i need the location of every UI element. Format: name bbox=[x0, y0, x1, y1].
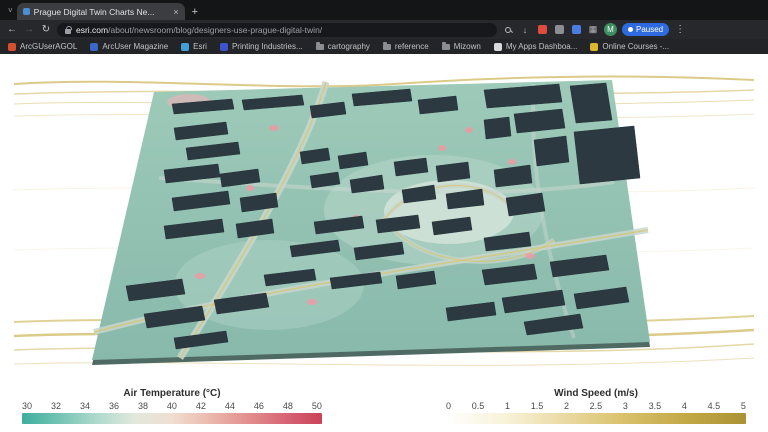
folder-icon bbox=[441, 42, 450, 50]
bookmark-item[interactable]: Printing Industries... bbox=[219, 42, 303, 51]
profile-avatar[interactable]: M bbox=[604, 23, 617, 36]
legend-tick: 1.5 bbox=[530, 401, 544, 411]
bookmark-label: cartography bbox=[327, 42, 370, 51]
page-content: Air Temperature (°C) 30 32 34 36 38 40 42 44 46 4… bbox=[0, 54, 768, 432]
paused-label: Paused bbox=[636, 25, 664, 34]
legend-air-temperature: Air Temperature (°C) 30 32 34 36 38 40 42 44 46 4… bbox=[22, 388, 322, 424]
legend-tick: 38 bbox=[137, 401, 148, 411]
adblock-icon[interactable] bbox=[536, 24, 548, 36]
legend-tick: 0 bbox=[446, 401, 452, 411]
bookmark-item[interactable]: Esri bbox=[181, 42, 207, 51]
legend-tick: 4.5 bbox=[707, 401, 721, 411]
tab-search-icon[interactable]: ˅ bbox=[8, 6, 13, 15]
folder-icon bbox=[382, 42, 391, 50]
folder-icon bbox=[315, 42, 324, 50]
url-path: /about/newsroom/blog/designers-use-pragu… bbox=[108, 24, 323, 35]
legend-tick: 34 bbox=[79, 401, 90, 411]
url-text: esri.com/about/newsroom/blog/designers-u… bbox=[76, 25, 322, 35]
browser-tab[interactable]: Prague Digital Twin Charts Ne... × bbox=[16, 3, 185, 20]
legend-ticks: 0 0.5 1 1.5 2 2.5 3 3.5 4 4.5 5 bbox=[446, 401, 746, 411]
reload-icon[interactable]: ↻ bbox=[40, 24, 52, 35]
pinned-extension-icon[interactable] bbox=[570, 24, 582, 36]
bookmark-item[interactable]: Online Courses -... bbox=[590, 42, 669, 51]
legend-tick: 48 bbox=[282, 401, 293, 411]
legend-tick: 30 bbox=[22, 401, 33, 411]
bookmarks-bar: ArcGUserAGOL ArcUser Magazine Esri Printing… bbox=[0, 39, 768, 54]
favicon bbox=[219, 42, 228, 51]
legend-tick: 3 bbox=[622, 401, 628, 411]
address-bar[interactable]: esri.com/about/newsroom/blog/designers-u… bbox=[57, 22, 497, 37]
bookmark-label: ArcGUserAGOL bbox=[20, 42, 78, 51]
legend-tick: 36 bbox=[108, 401, 119, 411]
legend-ticks: 30 32 34 36 38 40 42 44 46 48 50 bbox=[22, 401, 322, 411]
bookmark-label: Printing Industries... bbox=[231, 42, 303, 51]
legend-title: Wind Speed (m/s) bbox=[554, 388, 638, 399]
legend-row: Air Temperature (°C) 30 32 34 36 38 40 42 44 46 4… bbox=[0, 388, 768, 424]
bookmark-item[interactable]: Mizown bbox=[441, 42, 481, 51]
legend-tick: 3.5 bbox=[648, 401, 662, 411]
profile-icon bbox=[628, 27, 633, 32]
legend-tick: 2.5 bbox=[589, 401, 603, 411]
extensions-icon[interactable] bbox=[553, 24, 565, 36]
apps-icon[interactable]: ▦ bbox=[587, 24, 599, 36]
favicon bbox=[181, 42, 190, 51]
browser-window: ˅ Prague Digital Twin Charts Ne... × + ←… bbox=[0, 0, 768, 432]
menu-kebab-icon[interactable]: ⋮ bbox=[674, 24, 686, 36]
url-domain: esri.com bbox=[76, 24, 109, 35]
tab-favicon bbox=[22, 8, 30, 15]
bookmark-label: Online Courses -... bbox=[602, 42, 670, 51]
legend-tick: 2 bbox=[563, 401, 569, 411]
legend-tick: 5 bbox=[740, 401, 746, 411]
legend-tick: 1 bbox=[504, 401, 510, 411]
legend-tick: 42 bbox=[195, 401, 206, 411]
tab-close-icon[interactable]: × bbox=[173, 7, 178, 17]
bookmark-item[interactable]: ArcGUserAGOL bbox=[8, 42, 77, 51]
bookmark-item[interactable]: ArcUser Magazine bbox=[90, 42, 168, 51]
sync-paused-badge[interactable]: Paused bbox=[622, 23, 670, 36]
legend-tick: 50 bbox=[311, 401, 322, 411]
legend-tick: 0.5 bbox=[471, 401, 485, 411]
bookmark-label: Esri bbox=[193, 42, 207, 51]
legend-gradient-bar bbox=[446, 413, 746, 424]
legend-title: Air Temperature (°C) bbox=[123, 388, 221, 399]
back-icon[interactable]: ← bbox=[6, 24, 18, 35]
legend-tick: 4 bbox=[681, 401, 687, 411]
favicon bbox=[493, 42, 502, 51]
legend-tick: 44 bbox=[224, 401, 235, 411]
search-icon[interactable] bbox=[502, 24, 514, 36]
favicon bbox=[590, 42, 599, 51]
download-icon[interactable]: ↓ bbox=[519, 24, 531, 36]
tab-strip: ˅ Prague Digital Twin Charts Ne... × + bbox=[0, 0, 768, 20]
tab-title: Prague Digital Twin Charts Ne... bbox=[33, 6, 155, 17]
favicon bbox=[8, 42, 16, 51]
new-tab-button[interactable]: + bbox=[192, 6, 198, 18]
bookmark-item[interactable]: cartography bbox=[315, 42, 370, 51]
forward-icon[interactable]: → bbox=[23, 24, 35, 35]
lock-icon[interactable] bbox=[65, 25, 72, 34]
legend-gradient-bar bbox=[22, 413, 322, 424]
bookmark-label: reference bbox=[394, 42, 429, 51]
prague-digital-twin-render bbox=[14, 75, 754, 366]
legend-wind-speed: Wind Speed (m/s) 0 0.5 1 1.5 2 2.5 3 3.5 4 4.5 5 bbox=[446, 388, 746, 424]
legend-tick: 40 bbox=[166, 401, 177, 411]
bookmark-label: My Apps Dashboa... bbox=[505, 42, 578, 51]
legend-tick: 46 bbox=[253, 401, 264, 411]
browser-toolbar: ← → ↻ esri.com/about/newsroom/blog/desig… bbox=[0, 20, 768, 39]
bookmark-item[interactable]: reference bbox=[382, 42, 429, 51]
legend-tick: 32 bbox=[50, 401, 61, 411]
favicon bbox=[90, 42, 99, 51]
bookmark-item[interactable]: My Apps Dashboa... bbox=[493, 42, 578, 51]
bookmark-label: Mizown bbox=[453, 42, 481, 51]
bookmark-label: ArcUser Magazine bbox=[102, 42, 169, 51]
